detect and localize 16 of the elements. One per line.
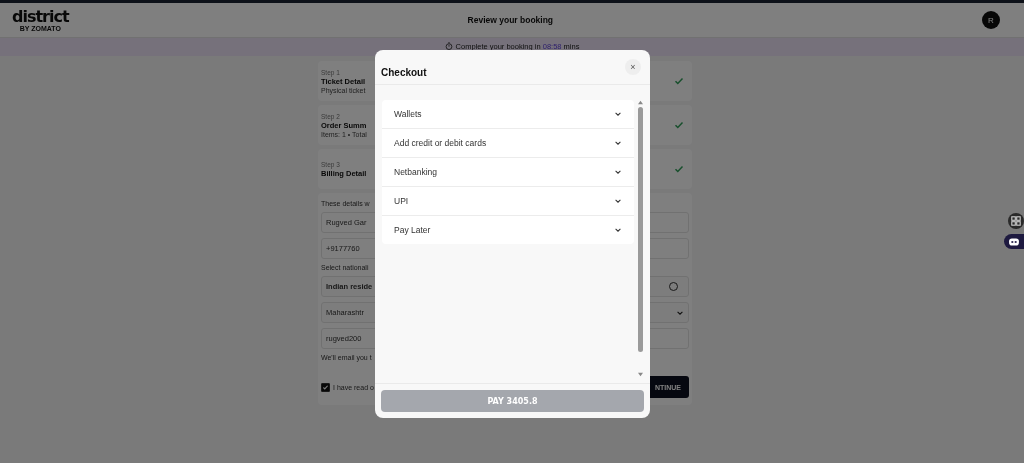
stopwatch-icon	[444, 42, 453, 50]
avatar[interactable]: R	[982, 11, 1000, 29]
scrollbar-thumb[interactable]	[637, 107, 643, 352]
page-title: Review your booking	[466, 15, 555, 25]
payment-option[interactable]: Add credit or debit cards	[382, 129, 634, 158]
chatbot-icon[interactable]	[1004, 234, 1024, 249]
dialog-title: Checkout	[381, 66, 427, 78]
logo-text[interactable]: district	[12, 8, 69, 25]
scroll-up-arrow-icon[interactable]	[636, 100, 644, 105]
scroll-down-arrow-icon[interactable]	[636, 371, 644, 377]
consent-checkbox[interactable]	[321, 382, 330, 392]
payment-option[interactable]: Netbanking	[382, 158, 634, 187]
payment-option[interactable]: Pay Later	[382, 216, 634, 244]
payment-option[interactable]: Wallets	[382, 100, 634, 129]
close-button[interactable]: ×	[625, 59, 641, 75]
payment-option[interactable]: UPI	[382, 187, 634, 216]
